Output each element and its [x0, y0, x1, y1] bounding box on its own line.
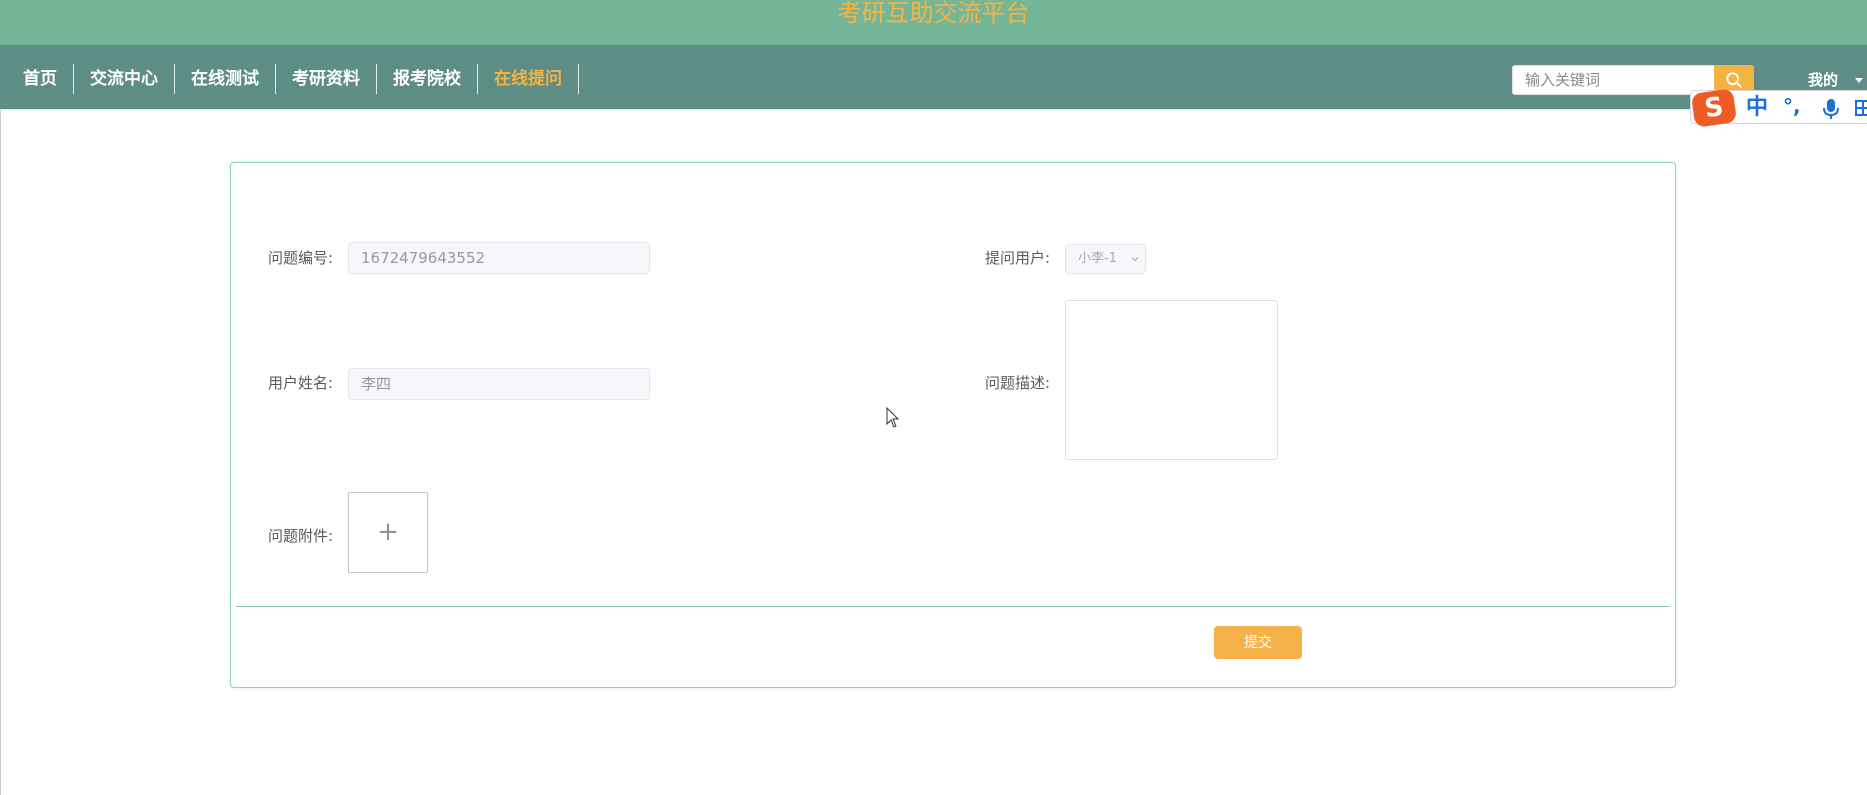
question-no-label: 问题编号:: [268, 249, 334, 267]
submit-button[interactable]: 提交: [1214, 626, 1302, 659]
nav-item-home[interactable]: 首页: [0, 64, 74, 94]
ime-toolbar: S 中 °,: [1690, 88, 1867, 128]
ime-punct-toggle[interactable]: °,: [1783, 93, 1801, 119]
asker-select-value: 小李-1: [1078, 251, 1117, 266]
mouse-cursor-icon: [886, 407, 900, 428]
user-menu[interactable]: 我的: [1808, 70, 1838, 90]
asker-label: 提问用户:: [985, 249, 1051, 267]
description-textarea[interactable]: [1065, 300, 1278, 460]
nav-item-online-test[interactable]: 在线测试: [175, 64, 276, 94]
attachment-upload-button[interactable]: +: [348, 492, 428, 573]
asker-select[interactable]: 小李-1: [1065, 244, 1146, 274]
nav-item-colleges[interactable]: 报考院校: [377, 64, 478, 94]
nav-list: 首页 交流中心 在线测试 考研资料 报考院校 在线提问: [0, 64, 579, 94]
nav-item-exchange-center[interactable]: 交流中心: [74, 64, 175, 94]
form-divider: [236, 606, 1670, 607]
description-label: 问题描述:: [985, 374, 1051, 392]
microphone-icon[interactable]: [1821, 98, 1841, 120]
plus-icon: +: [377, 517, 399, 547]
nav-item-exam-materials[interactable]: 考研资料: [276, 64, 377, 94]
sogou-logo-icon[interactable]: S: [1690, 88, 1738, 128]
keyboard-grid-icon[interactable]: [1855, 100, 1867, 116]
attachment-label: 问题附件:: [268, 527, 334, 545]
user-name-label: 用户姓名:: [268, 374, 334, 392]
title-bar: 考研互助交流平台: [0, 0, 1867, 45]
question-no-field[interactable]: 1672479643552: [348, 242, 650, 274]
question-form-card: [230, 162, 1676, 688]
nav-item-online-question[interactable]: 在线提问: [478, 64, 579, 94]
site-title: 考研互助交流平台: [837, 0, 1030, 27]
user-name-field[interactable]: 李四: [348, 368, 650, 400]
chevron-down-icon: [1131, 257, 1139, 262]
left-border: [0, 110, 1, 795]
search-icon: [1726, 72, 1743, 89]
caret-down-icon[interactable]: [1855, 78, 1863, 83]
ime-mode-toggle[interactable]: 中: [1746, 95, 1768, 121]
